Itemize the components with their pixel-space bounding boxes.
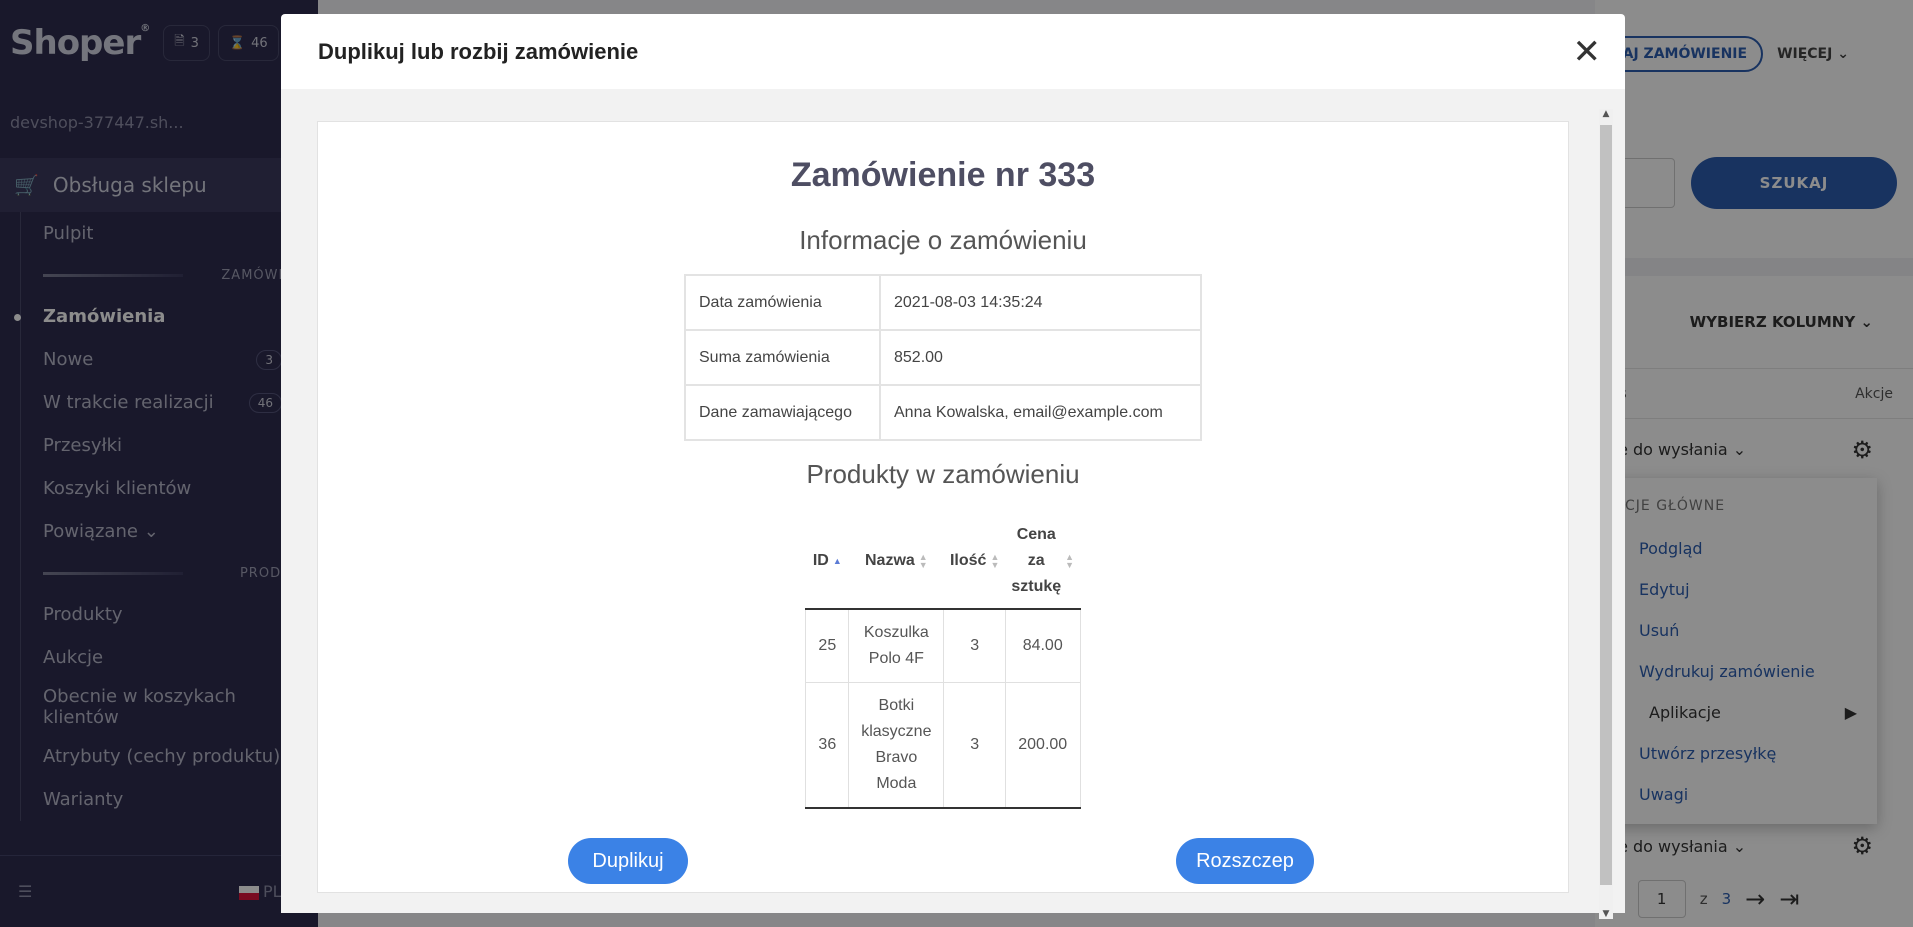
sort-icon: ▲ ▼ <box>918 551 928 570</box>
product-id: 25 <box>805 608 850 683</box>
info-label: Data zamówienia <box>684 274 881 331</box>
info-value: 852.00 <box>879 329 1202 386</box>
order-preview: Zamówienie nr 333 Informacje o zamówieni… <box>317 121 1569 893</box>
sort-asc-icon: ▲ <box>832 555 842 566</box>
sort-icon: ▲ ▼ <box>990 551 1000 570</box>
products-table: ID ▲ Nazwa ▲ ▼ Ilość ▲ ▼ Cena za sztukę ▲ ▼ <box>805 514 1081 809</box>
duplicate-split-modal: Duplikuj lub rozbij zamówienie ✕ Zamówie… <box>281 14 1625 919</box>
products-section-title: Produkty w zamówieniu <box>806 459 1080 489</box>
table-row: 25 Koszulka Polo 4F 3 84.00 <box>805 608 1081 683</box>
scroll-up-icon[interactable]: ▲ <box>1599 109 1613 119</box>
info-label: Suma zamówienia <box>684 329 881 386</box>
table-row: 36 Botki klasyczne Bravo Moda 3 200.00 <box>805 682 1081 809</box>
close-icon[interactable]: ✕ <box>1573 35 1602 69</box>
order-title: Zamówienie nr 333 <box>790 156 1096 194</box>
product-name: Botki klasyczne Bravo Moda <box>848 682 945 809</box>
product-qty: 3 <box>943 608 1006 683</box>
table-row: Data zamówienia 2021-08-03 14:35:24 <box>684 274 1202 331</box>
id-column-header[interactable]: ID ▲ <box>805 514 849 610</box>
order-info-table: Data zamówienia 2021-08-03 14:35:24 Suma… <box>684 274 1202 441</box>
qty-column-header[interactable]: Ilość ▲ ▼ <box>943 514 1006 610</box>
modal-scrollbar[interactable]: ▲ ▼ <box>1599 109 1613 919</box>
info-value: 2021-08-03 14:35:24 <box>879 274 1202 331</box>
table-row: Dane zamawiającego Anna Kowalska, email@… <box>684 384 1202 441</box>
table-header-row: ID ▲ Nazwa ▲ ▼ Ilość ▲ ▼ Cena za sztukę ▲ ▼ <box>805 514 1081 610</box>
modal-title: Duplikuj lub rozbij zamówienie <box>318 38 639 64</box>
modal-header: Duplikuj lub rozbij zamówienie ✕ <box>281 14 1625 89</box>
info-label: Dane zamawiającego <box>684 384 881 441</box>
name-column-header[interactable]: Nazwa ▲ ▼ <box>848 514 944 610</box>
sort-icon: ▲ ▼ <box>1065 552 1075 570</box>
scrollbar-thumb[interactable] <box>1600 125 1612 885</box>
split-button[interactable]: Rozszczep <box>1176 838 1314 884</box>
price-column-header[interactable]: Cena za sztukę ▲ ▼ <box>1005 514 1081 610</box>
modal-body: Zamówienie nr 333 Informacje o zamówieni… <box>281 89 1625 919</box>
product-id: 36 <box>805 682 850 809</box>
product-price: 200.00 <box>1004 682 1081 809</box>
scroll-down-icon[interactable]: ▼ <box>1599 909 1613 919</box>
duplicate-button[interactable]: Duplikuj <box>568 838 688 884</box>
info-value: Anna Kowalska, email@example.com <box>879 384 1202 441</box>
product-price: 84.00 <box>1004 608 1081 683</box>
product-name: Koszulka Polo 4F <box>848 608 945 683</box>
table-row: Suma zamówienia 852.00 <box>684 329 1202 386</box>
info-section-title: Informacje o zamówieniu <box>799 225 1087 255</box>
product-qty: 3 <box>943 682 1006 809</box>
